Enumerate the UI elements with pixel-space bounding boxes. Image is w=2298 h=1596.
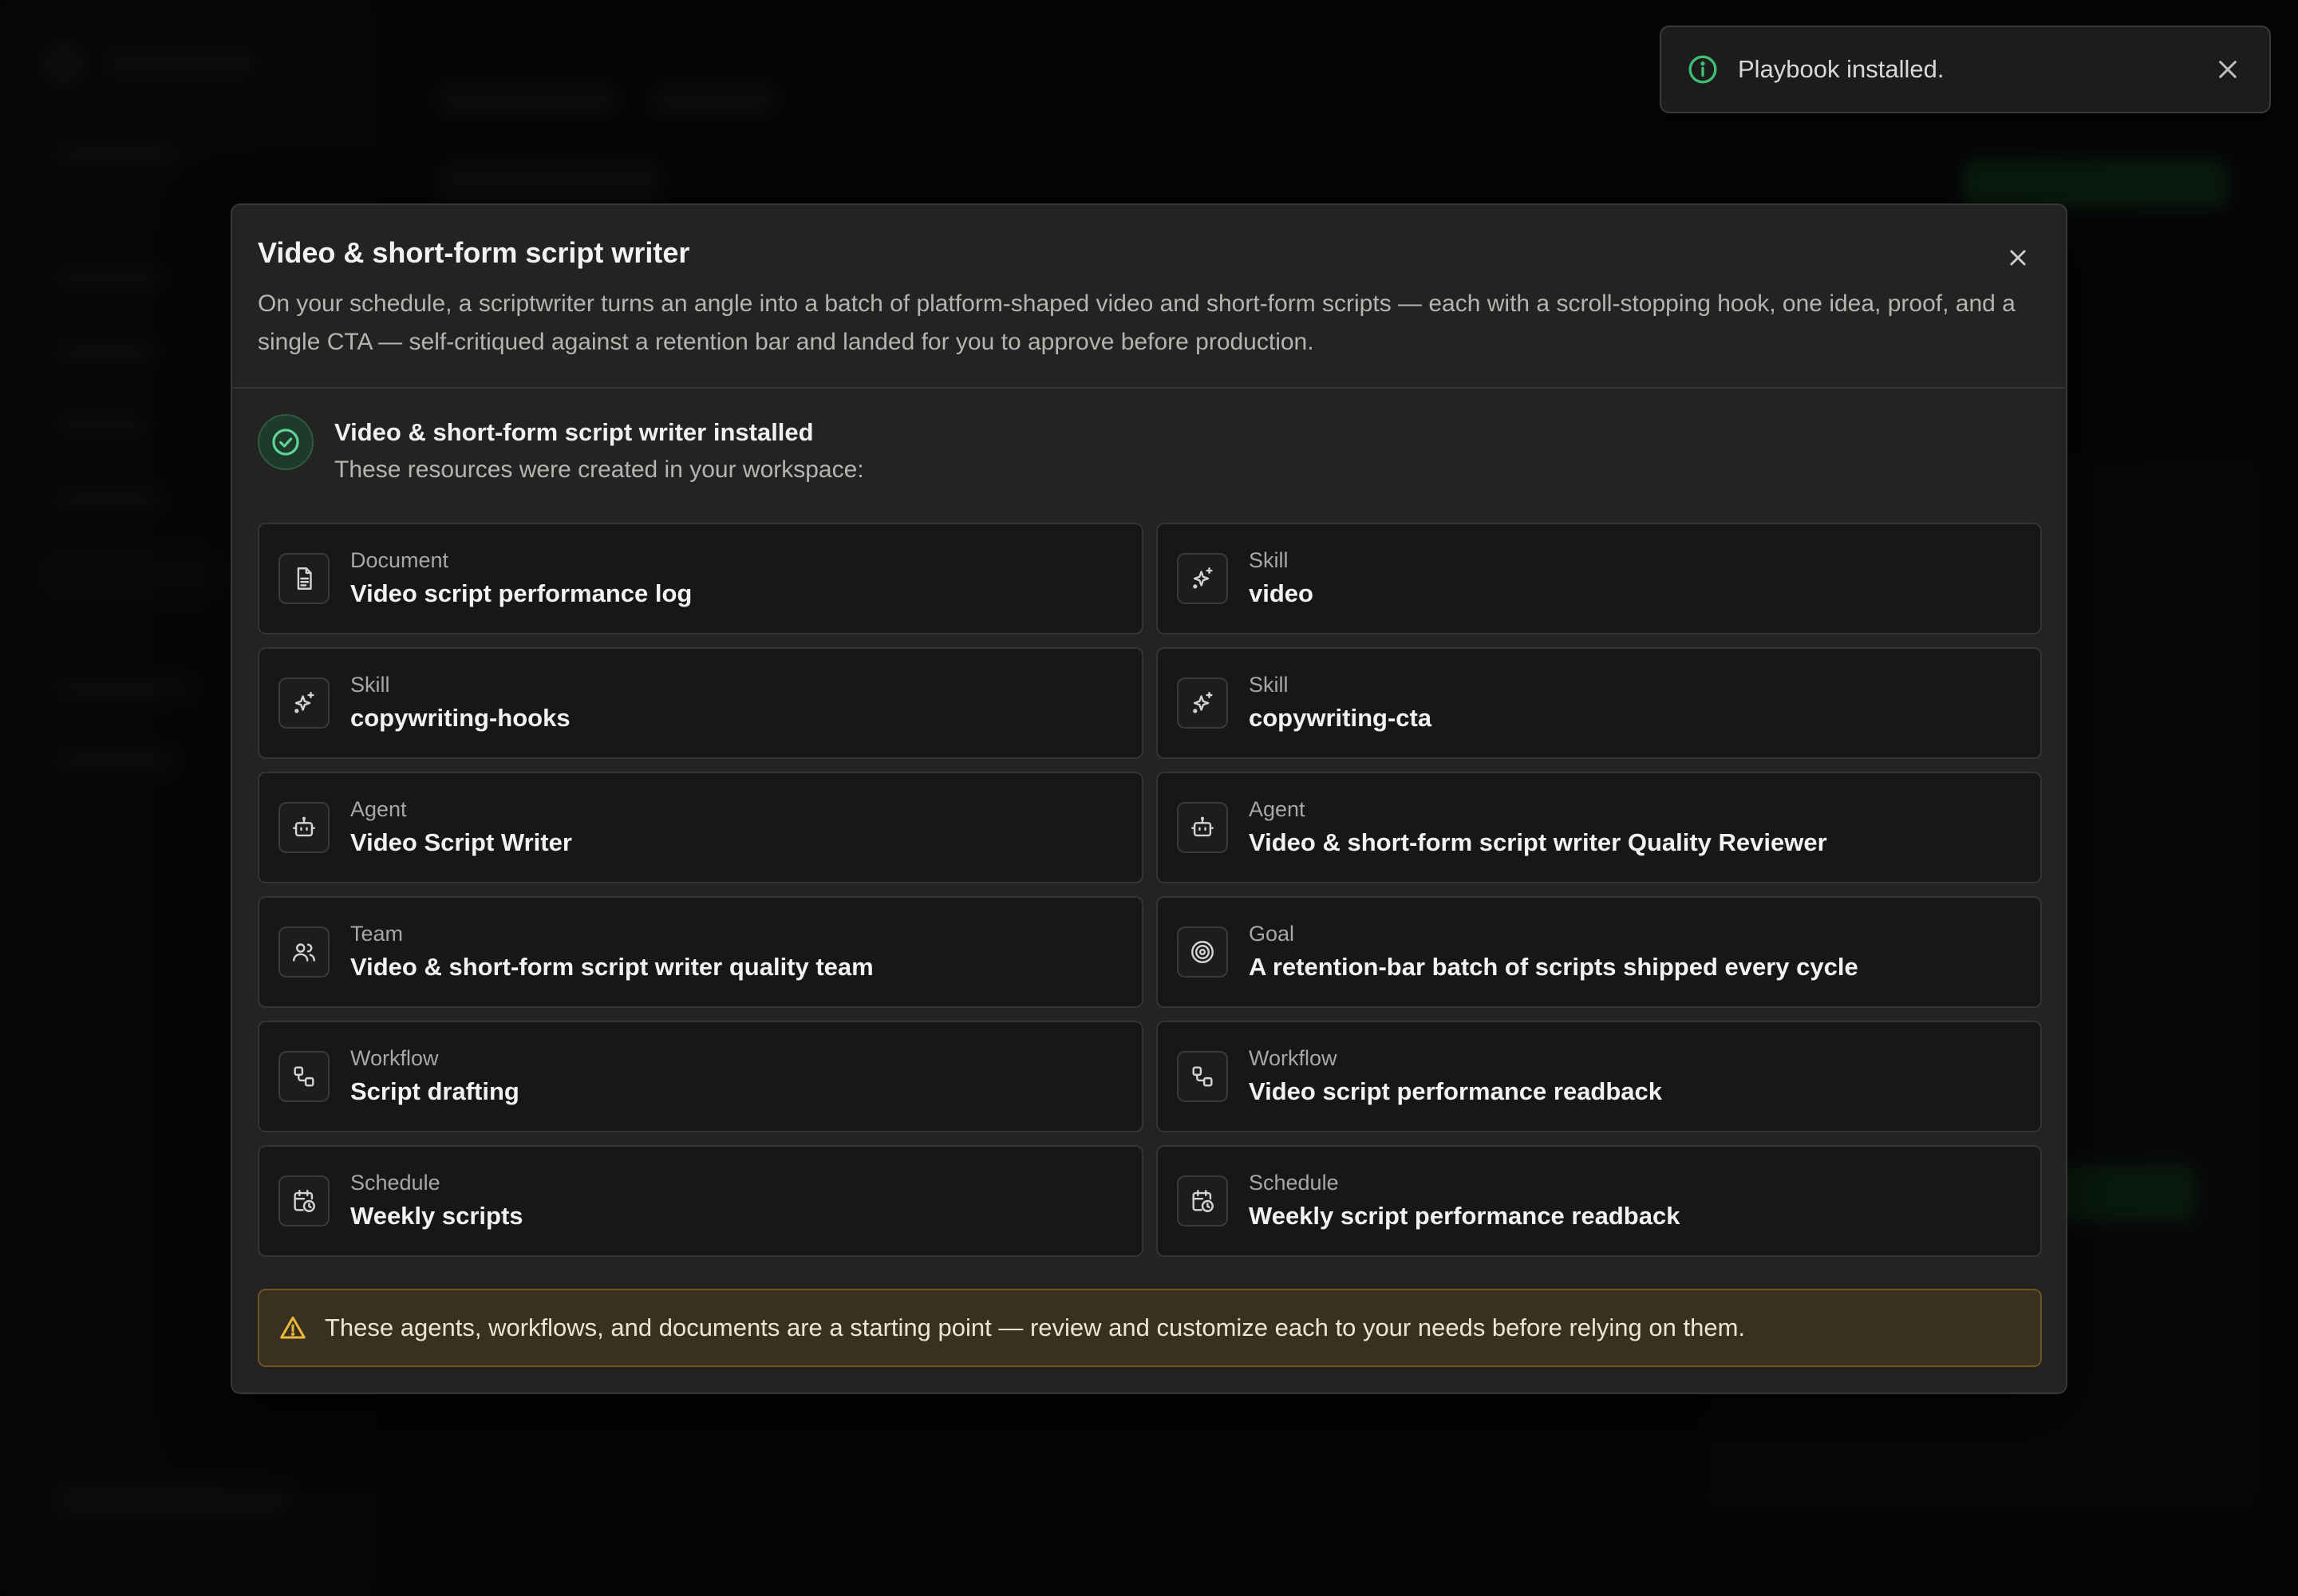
info-icon <box>1687 53 1719 85</box>
resource-card[interactable]: Schedule Weekly script performance readba… <box>1156 1145 2042 1257</box>
toast-message: Playbook installed. <box>1738 55 1945 83</box>
resource-type: Agent <box>350 797 407 821</box>
target-icon <box>1177 926 1228 978</box>
robot-icon <box>278 802 330 853</box>
resource-name: Video script performance readback <box>1249 1077 1663 1105</box>
resource-type: Workflow <box>350 1046 439 1070</box>
resource-name: Video script performance log <box>350 579 693 607</box>
toast-notification: Playbook installed. <box>1660 26 2271 113</box>
dialog-close-button[interactable] <box>2002 242 2034 274</box>
resource-name: Weekly script performance readback <box>1249 1202 1680 1230</box>
close-icon <box>2010 250 2026 266</box>
resource-card[interactable]: Goal A retention-bar batch of scripts shi… <box>1156 896 2042 1008</box>
resource-card[interactable]: Skill copywriting-cta <box>1156 647 2042 759</box>
resource-grid: Document Video script performance log Skil… <box>258 523 2042 1257</box>
dialog-header: Video & short-form script writer On your… <box>232 205 2066 389</box>
resource-name: A retention-bar batch of scripts shipped… <box>1249 953 1858 981</box>
dialog-title: Video & short-form script writer <box>258 236 690 269</box>
resource-type: Schedule <box>1249 1171 1339 1195</box>
sparkle-icon <box>1177 678 1228 729</box>
robot-icon <box>1177 802 1228 853</box>
resource-card[interactable]: Workflow Video script performance readbac… <box>1156 1021 2042 1132</box>
resource-type: Skill <box>1249 673 1289 697</box>
resource-name: Video & short-form script writer Quality… <box>1249 828 1827 856</box>
users-icon <box>278 926 330 978</box>
resource-type: Skill <box>1249 548 1289 572</box>
resource-name: copywriting-hooks <box>350 704 571 732</box>
resource-name: Script drafting <box>350 1077 519 1105</box>
resource-name: copywriting-cta <box>1249 704 1432 732</box>
resource-card[interactable]: Agent Video Script Writer <box>258 772 1143 883</box>
close-icon <box>2219 61 2237 78</box>
resource-type: Skill <box>350 673 390 697</box>
calendar-clock-icon <box>1177 1175 1228 1227</box>
resource-type: Team <box>350 922 404 946</box>
toast-close-button[interactable] <box>2212 53 2244 85</box>
resource-type: Document <box>350 548 449 572</box>
installed-subtitle: These resources were created in your wor… <box>334 456 864 483</box>
warning-icon <box>278 1314 307 1342</box>
calendar-clock-icon <box>278 1175 330 1227</box>
resource-type: Workflow <box>1249 1046 1337 1070</box>
resource-card[interactable]: Skill video <box>1156 523 2042 634</box>
resource-name: video <box>1249 579 1313 607</box>
resource-type: Schedule <box>350 1171 440 1195</box>
sparkle-icon <box>1177 553 1228 604</box>
installed-banner: Video & short-form script writer install… <box>258 414 864 486</box>
resource-card[interactable]: Schedule Weekly scripts <box>258 1145 1143 1257</box>
warning-banner: These agents, workflows, and documents a… <box>258 1289 2042 1367</box>
resource-type: Goal <box>1249 922 1295 946</box>
warning-text: These agents, workflows, and documents a… <box>325 1314 1746 1341</box>
document-icon <box>278 553 330 604</box>
resource-name: Video & short-form script writer quality… <box>350 953 874 981</box>
resource-card[interactable]: Workflow Script drafting <box>258 1021 1143 1132</box>
workflow-icon <box>1177 1051 1228 1102</box>
workflow-icon <box>278 1051 330 1102</box>
resource-card[interactable]: Team Video & short-form script writer qua… <box>258 896 1143 1008</box>
resource-type: Agent <box>1249 797 1305 821</box>
installed-title: Video & short-form script writer install… <box>334 418 814 446</box>
dialog-description: On your schedule, a scriptwriter turns a… <box>258 290 2016 355</box>
resource-card[interactable]: Skill copywriting-hooks <box>258 647 1143 759</box>
resource-card[interactable]: Agent Video & short-form script writer Qu… <box>1156 772 2042 883</box>
check-circle-icon <box>258 414 314 470</box>
resource-name: Weekly scripts <box>350 1202 523 1230</box>
sparkle-icon <box>278 678 330 729</box>
resource-card[interactable]: Document Video script performance log <box>258 523 1143 634</box>
playbook-installed-dialog: Video & short-form script writer On your… <box>231 203 2067 1394</box>
resource-name: Video Script Writer <box>350 828 572 856</box>
